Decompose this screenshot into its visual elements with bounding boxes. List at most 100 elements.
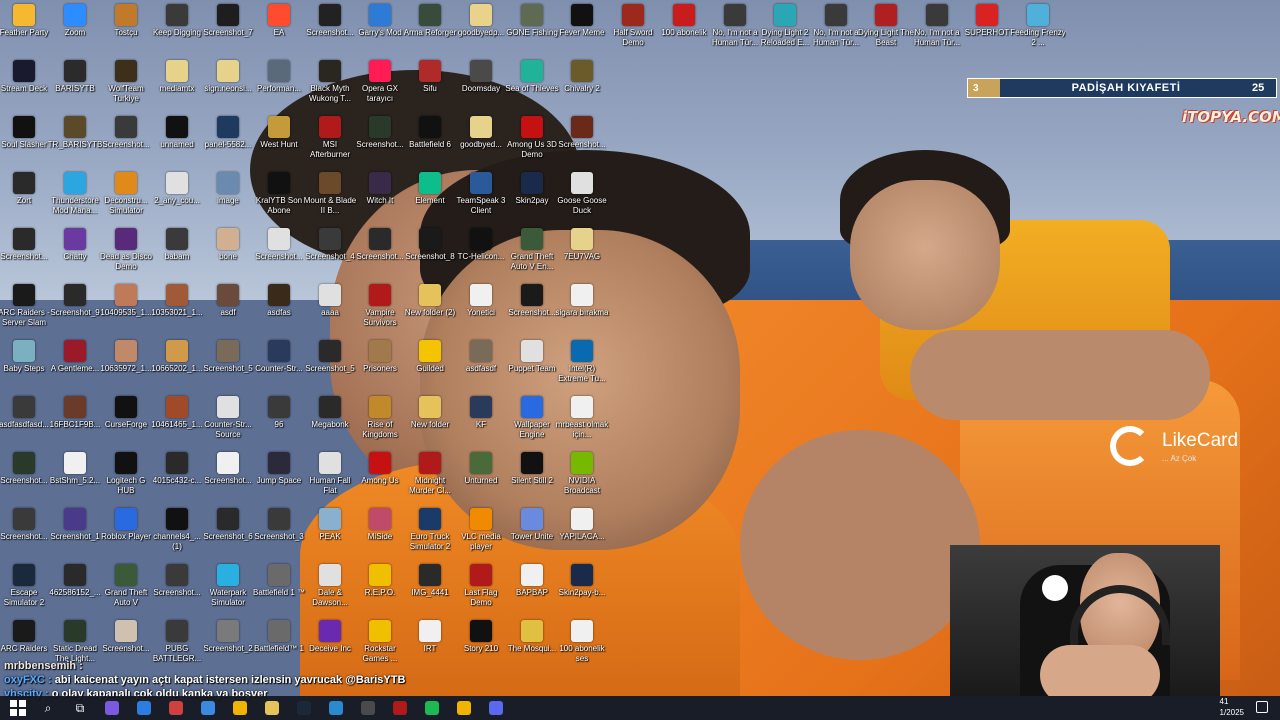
desktop-icon[interactable]: Half Sword Demo (605, 4, 661, 48)
chrome-icon[interactable] (453, 697, 475, 719)
desktop-icon[interactable]: KF (453, 396, 509, 430)
desktop-icon[interactable]: Screenshot... (98, 116, 154, 150)
desktop-icon[interactable]: Screenshot_1 (47, 508, 103, 542)
app-icon[interactable] (101, 697, 123, 719)
desktop-icon[interactable]: sign.neonsi... (200, 60, 256, 94)
desktop-icon[interactable]: A Gentleme... (47, 340, 103, 374)
desktop-icon[interactable]: Counter-Str... Source (200, 396, 256, 440)
desktop-icon[interactable]: Logitech G HUB (98, 452, 154, 496)
desktop-icon[interactable]: Screenshot... (0, 508, 52, 542)
system-tray-clock[interactable]: 41 1/2025 (1220, 696, 1244, 720)
desktop-icon[interactable]: Black Myth Wukong T... (302, 60, 358, 104)
desktop-icon[interactable]: Grand Theft Auto V En... (504, 228, 560, 272)
desktop-icon[interactable]: Goose Goose Duck (554, 172, 610, 216)
desktop-icon[interactable]: Deceive Inc (302, 620, 358, 654)
desktop-icon[interactable]: Screenshot_5 (200, 340, 256, 374)
desktop-icon[interactable]: Prisoners (352, 340, 408, 374)
desktop-icon[interactable]: Midnight Murder Cl... (402, 452, 458, 496)
desktop-icon[interactable]: Battlefield 6 (402, 116, 458, 150)
desktop-icon[interactable]: Screenshot... (0, 452, 52, 486)
desktop-icon[interactable]: Feeding Frenzy 2 ... (1010, 4, 1066, 48)
app-icon[interactable] (325, 697, 347, 719)
desktop-icon[interactable]: R.E.P.O. (352, 564, 408, 598)
desktop-icon[interactable]: bone (200, 228, 256, 262)
desktop-icon[interactable]: Screenshot... (504, 284, 560, 318)
chrome-icon[interactable] (229, 697, 251, 719)
desktop-icon[interactable]: Dying Light 2 Reloaded E... (757, 4, 813, 48)
desktop-icon[interactable]: No, I'm not a Human Tür... (909, 4, 965, 48)
desktop-icon[interactable]: Silent Still 2 (504, 452, 560, 486)
desktop-icon[interactable]: aaaa (302, 284, 358, 318)
desktop-icon[interactable]: panel-5582... (200, 116, 256, 150)
desktop-icon[interactable]: Stream Deck (0, 60, 52, 94)
desktop-icon[interactable]: Chatty (47, 228, 103, 262)
desktop-icon[interactable]: Waterpark Simulator (200, 564, 256, 608)
desktop-icon[interactable]: Screenshot... (251, 228, 307, 262)
desktop-icon[interactable]: New folder (402, 396, 458, 430)
desktop-icon[interactable]: 10635972_1... (98, 340, 154, 374)
desktop-icon[interactable]: WolfTeam Turkiye (98, 60, 154, 104)
desktop-icon[interactable]: channels4_... (1) (149, 508, 205, 552)
desktop-icon[interactable]: 4015c432-c... (149, 452, 205, 486)
desktop-icon[interactable]: mediamtx (149, 60, 205, 94)
desktop-icon[interactable]: 10353021_1... (149, 284, 205, 318)
desktop-icon[interactable]: Counter-Str... (251, 340, 307, 374)
desktop-icon[interactable]: Megabonk (302, 396, 358, 430)
desktop-icon[interactable]: Opera GX tarayıcı (352, 60, 408, 104)
desktop-icon[interactable]: New folder (2) (402, 284, 458, 318)
desktop-icon[interactable]: Sea of Thieves (504, 60, 560, 94)
desktop-icon[interactable]: PUBG BATTLEGR... (149, 620, 205, 664)
desktop-icon[interactable]: image (200, 172, 256, 206)
desktop-icon[interactable]: Screenshot... (352, 228, 408, 262)
desktop-icon[interactable]: goodbyedp... (453, 4, 509, 38)
folder-icon[interactable] (261, 697, 283, 719)
desktop-icon[interactable]: Tostçu (98, 4, 154, 38)
desktop-icon[interactable]: Chivalry 2 (554, 60, 610, 94)
desktop-icon[interactable]: Screenshot_8 (402, 228, 458, 262)
desktop-icon[interactable]: goodbyed... (453, 116, 509, 150)
desktop-icon[interactable]: Dead as Disco Demo (98, 228, 154, 272)
desktop-icon[interactable]: 7EU7VAG (554, 228, 610, 262)
desktop-icon[interactable]: 10409535_1... (98, 284, 154, 318)
desktop-icon[interactable]: Story 210 (453, 620, 509, 654)
app-icon[interactable] (165, 697, 187, 719)
desktop-icon[interactable]: NVIDIA Broadcast (554, 452, 610, 496)
desktop-icon[interactable]: IRT (402, 620, 458, 654)
desktop-icon[interactable]: Dying Light The Beast (858, 4, 914, 48)
desktop-icon[interactable]: Intel(R) Extreme Tu... (554, 340, 610, 384)
app-icon[interactable] (389, 697, 411, 719)
desktop-icon[interactable]: BstShm_5.2... (47, 452, 103, 486)
app-icon[interactable] (485, 697, 507, 719)
desktop-icon[interactable]: The Mosqui... (504, 620, 560, 654)
notification-icon[interactable] (1256, 701, 1268, 713)
desktop-icon[interactable]: Baby Steps (0, 340, 52, 374)
desktop-icon[interactable]: Keep Digging (149, 4, 205, 38)
desktop-icon[interactable]: Screenshot_7 (200, 4, 256, 38)
desktop-icon[interactable]: Among Us (352, 452, 408, 486)
desktop-icon[interactable]: CurseForge (98, 396, 154, 430)
desktop-icon[interactable]: Screenshot... (98, 620, 154, 654)
desktop-icon[interactable]: Soul Slasher (0, 116, 52, 150)
desktop-icon[interactable]: Performan... (251, 60, 307, 94)
desktop-icon[interactable]: Escape Simulator 2 (0, 564, 52, 608)
desktop-icon[interactable]: Vampire Survivors (352, 284, 408, 328)
desktop-icon[interactable]: PEAK (302, 508, 358, 542)
desktop-icon[interactable]: Zoom (47, 4, 103, 38)
desktop-icon[interactable]: IMG_4441 (402, 564, 458, 598)
desktop-icon[interactable]: MiSide (352, 508, 408, 542)
desktop-icon[interactable]: Deconstru... Simulator (98, 172, 154, 216)
desktop-icon[interactable]: YAPILACA... (554, 508, 610, 542)
desktop-icon[interactable]: 100 abonelik (656, 4, 712, 38)
desktop-icon[interactable]: Arma Reforger (402, 4, 458, 38)
desktop-icon[interactable]: ARC Raiders (0, 620, 52, 654)
desktop-icon[interactable]: Screenshot... (302, 4, 358, 38)
desktop-icon[interactable]: babam (149, 228, 205, 262)
desktop-icon[interactable]: Screenshot_3 (251, 508, 307, 542)
desktop-icon[interactable]: Skin2pay (504, 172, 560, 206)
start-button[interactable] (10, 700, 26, 716)
desktop-icon[interactable]: Screenshot... (554, 116, 610, 150)
desktop-icon[interactable]: Yonetici (453, 284, 509, 318)
desktop-icon[interactable]: Puppet Team (504, 340, 560, 374)
desktop-icon[interactable]: Garry's Mod (352, 4, 408, 38)
desktop-icon[interactable]: BAPBAP (504, 564, 560, 598)
